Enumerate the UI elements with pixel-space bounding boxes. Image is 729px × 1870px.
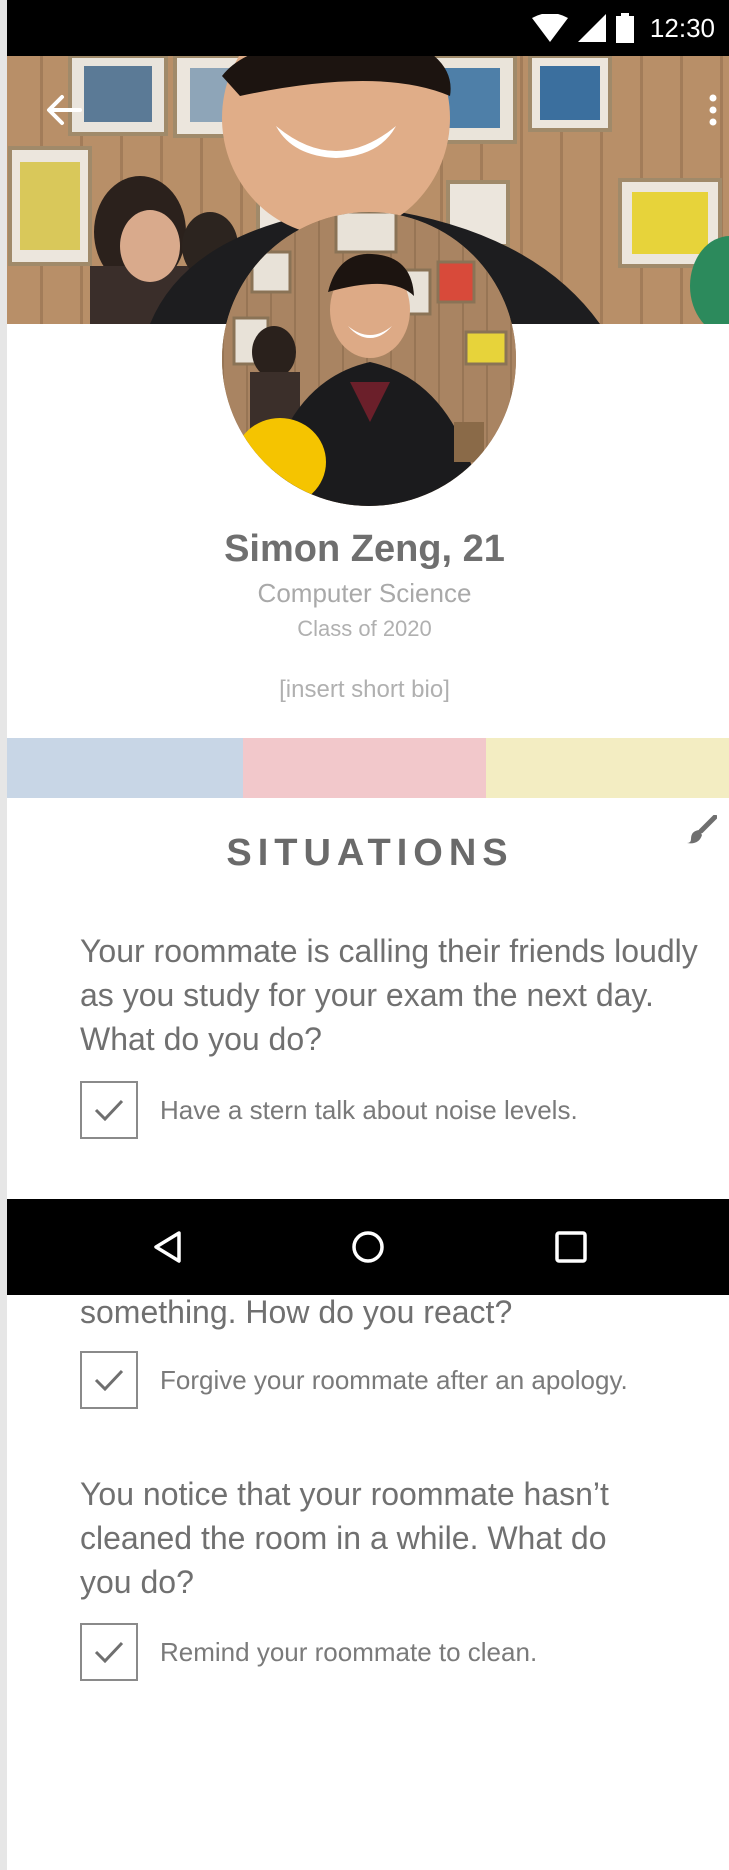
status-time: 12:30: [649, 12, 715, 43]
back-triangle-icon: [154, 1231, 181, 1263]
answer-label-2: Forgive your roommate after an apology.: [160, 1364, 628, 1395]
profile-major: Computer Science: [257, 578, 472, 608]
arrow-left-icon: [47, 95, 82, 125]
window-edge: [0, 0, 7, 1870]
battery-icon: [615, 13, 634, 43]
situation-question-1: Your roommate is calling their friends l…: [80, 933, 698, 1057]
situation-answer-1[interactable]: Have a stern talk about noise levels.: [80, 1080, 578, 1140]
profile-bio[interactable]: [insert short bio]: [0, 676, 729, 704]
answer-checkbox-2[interactable]: [80, 1351, 138, 1409]
answer-checkbox-3[interactable]: [80, 1623, 138, 1681]
section-title: SITUATIONS: [226, 832, 514, 874]
situation-question-2: something. How do you react?: [80, 1294, 513, 1330]
status-bar: 12:30: [0, 0, 729, 56]
more-options-button[interactable]: [701, 86, 725, 134]
back-button[interactable]: [40, 86, 88, 134]
nav-recents-button[interactable]: [547, 1223, 595, 1271]
answer-label-1: Have a stern talk about noise levels.: [160, 1094, 578, 1125]
more-vertical-icon: [709, 94, 717, 126]
checkmark-icon: [94, 1099, 124, 1121]
home-circle-icon: [352, 1231, 384, 1263]
nav-back-button[interactable]: [144, 1223, 192, 1271]
situation-question-3: You notice that your roommate hasn’t cle…: [80, 1476, 609, 1600]
profile-name: Simon Zeng, 21: [224, 528, 505, 570]
palette-swatch-blue[interactable]: [0, 738, 243, 798]
signal-icon: [577, 14, 606, 42]
avatar[interactable]: [222, 212, 516, 506]
nav-home-button[interactable]: [344, 1223, 392, 1271]
profile-screen: 12:30 Simon Zeng, 21 Computer Science Cl…: [0, 0, 729, 1870]
color-palette: [0, 738, 729, 798]
situation-answer-3[interactable]: Remind your roommate to clean.: [80, 1622, 537, 1682]
answer-checkbox-1[interactable]: [80, 1081, 138, 1139]
edit-theme-button[interactable]: [684, 812, 720, 848]
answer-label-3: Remind your roommate to clean.: [160, 1636, 538, 1667]
checkmark-icon: [94, 1641, 124, 1663]
palette-swatch-pink[interactable]: [243, 738, 486, 798]
situation-answer-2[interactable]: Forgive your roommate after an apology.: [80, 1350, 628, 1410]
palette-swatch-yellow[interactable]: [486, 738, 729, 798]
profile-class-year: Class of 2020: [297, 616, 432, 641]
paintbrush-icon: [687, 815, 717, 844]
navigation-bar: [0, 1199, 729, 1295]
recents-square-icon: [555, 1231, 587, 1263]
checkmark-icon: [94, 1369, 124, 1391]
wifi-icon: [531, 14, 568, 42]
